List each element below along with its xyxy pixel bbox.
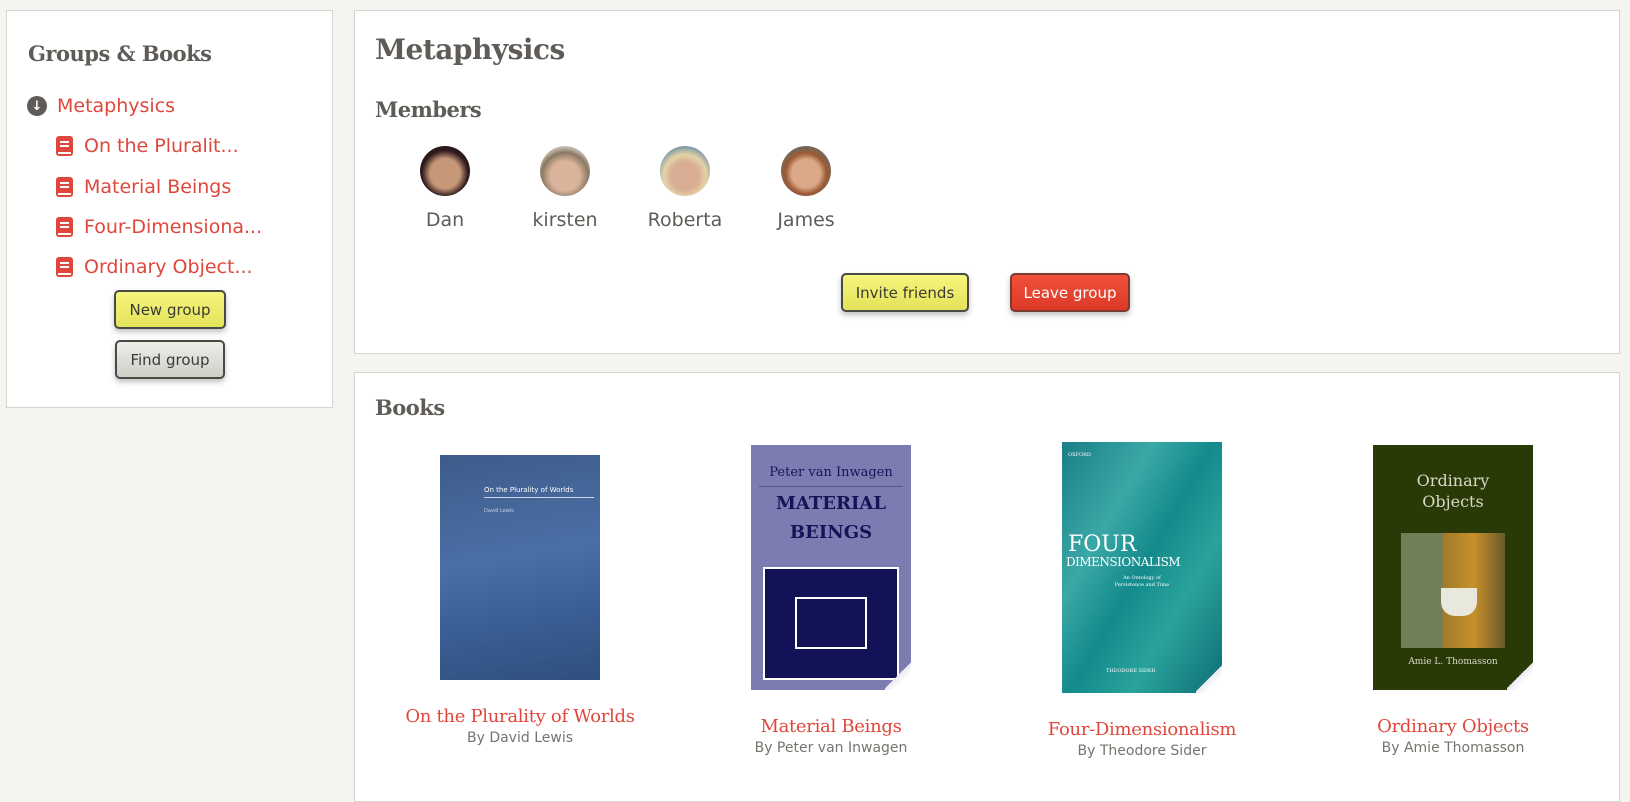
book-author: By Theodore Sider: [1077, 743, 1207, 759]
book-label[interactable]: On the Pluralit...: [84, 135, 239, 157]
page-curl-icon: [1507, 660, 1533, 690]
book-title[interactable]: Four-Dimensionalism: [992, 719, 1292, 740]
book-icon: [56, 257, 73, 277]
books-panel: Books On the Plurality of Worlds David L…: [354, 372, 1620, 802]
books-heading: Books: [375, 395, 445, 420]
cover-title: MATERIAL: [775, 493, 887, 514]
book-card[interactable]: On the Plurality of Worlds David Lewis O…: [370, 455, 670, 746]
book-author: By Amie Thomasson: [1381, 740, 1525, 756]
avatar[interactable]: [781, 146, 831, 196]
book-title[interactable]: On the Plurality of Worlds: [370, 706, 670, 727]
book-title[interactable]: Ordinary Objects: [1303, 716, 1603, 737]
cover-author: David Lewis: [484, 508, 514, 514]
book-label[interactable]: Four-Dimensiona...: [84, 216, 262, 238]
cover-title: FOUR: [1068, 532, 1137, 557]
groups-books-sidebar: Groups & Books ↓ Metaphysics On the Plur…: [6, 10, 333, 408]
avatar[interactable]: [540, 146, 590, 196]
member-kirsten[interactable]: kirsten: [510, 146, 620, 231]
book-title[interactable]: Material Beings: [681, 716, 981, 737]
book-icon: [56, 136, 73, 156]
book-author: By Peter van Inwagen: [754, 740, 908, 756]
group-panel: Metaphysics Members Dan kirsten Roberta …: [354, 10, 1620, 354]
book-author: By David Lewis: [466, 730, 573, 746]
cover-title: Objects: [1422, 492, 1484, 511]
avatar[interactable]: [660, 146, 710, 196]
book-label[interactable]: Material Beings: [84, 176, 231, 198]
cover-title: BEINGS: [789, 522, 873, 543]
members-heading: Members: [375, 97, 482, 122]
cover-author: THEODORE SIDER: [1106, 668, 1156, 674]
member-name: kirsten: [532, 209, 598, 231]
sidebar-book-3[interactable]: Four-Dimensiona...: [56, 216, 262, 238]
invite-friends-button[interactable]: Invite friends: [841, 273, 969, 312]
new-group-button[interactable]: New group: [114, 290, 226, 329]
member-roberta[interactable]: Roberta: [630, 146, 740, 231]
cover-publisher: OXFORD: [1068, 452, 1091, 458]
leave-group-button[interactable]: Leave group: [1010, 273, 1130, 312]
arrow-down-circle-icon[interactable]: ↓: [27, 96, 47, 116]
member-james[interactable]: James: [751, 146, 861, 231]
book-icon: [56, 177, 73, 197]
book-icon: [56, 217, 73, 237]
sidebar-book-4[interactable]: Ordinary Object...: [56, 256, 253, 278]
member-dan[interactable]: Dan: [390, 146, 500, 231]
page-title: Metaphysics: [375, 33, 565, 66]
cover-title: DIMENSIONALISM: [1066, 555, 1181, 569]
book-card[interactable]: OXFORD FOUR DIMENSIONALISM An Ontology o…: [992, 442, 1292, 759]
sidebar-book-1[interactable]: On the Pluralit...: [56, 135, 239, 157]
book-cover[interactable]: Ordinary Objects Amie L. Thomasson: [1373, 445, 1533, 690]
cover-title: On the Plurality of Worlds: [484, 485, 594, 498]
member-name: James: [777, 209, 835, 231]
book-cover[interactable]: Peter van Inwagen MATERIAL BEINGS: [751, 445, 911, 690]
page-curl-icon: [1196, 663, 1222, 693]
page-curl-icon: [885, 660, 911, 690]
book-card[interactable]: Ordinary Objects Amie L. Thomasson Ordin…: [1303, 445, 1603, 756]
member-name: Dan: [425, 209, 465, 231]
cover-title: Ordinary: [1416, 471, 1490, 490]
book-cover[interactable]: OXFORD FOUR DIMENSIONALISM An Ontology o…: [1062, 442, 1222, 693]
sidebar-group-metaphysics[interactable]: ↓ Metaphysics: [27, 95, 175, 117]
sidebar-title: Groups & Books: [28, 41, 212, 66]
find-group-button[interactable]: Find group: [115, 340, 225, 379]
group-label[interactable]: Metaphysics: [57, 95, 175, 117]
cover-subtitle: An Ontology of Persistence and Time: [1114, 575, 1170, 588]
cover-author: Peter van Inwagen: [759, 465, 903, 487]
member-name: Roberta: [647, 209, 723, 231]
book-label[interactable]: Ordinary Object...: [84, 256, 253, 278]
book-card[interactable]: Peter van Inwagen MATERIAL BEINGS Materi…: [681, 445, 981, 756]
avatar[interactable]: [420, 146, 470, 196]
book-cover[interactable]: On the Plurality of Worlds David Lewis: [440, 455, 600, 680]
sidebar-book-2[interactable]: Material Beings: [56, 176, 231, 198]
